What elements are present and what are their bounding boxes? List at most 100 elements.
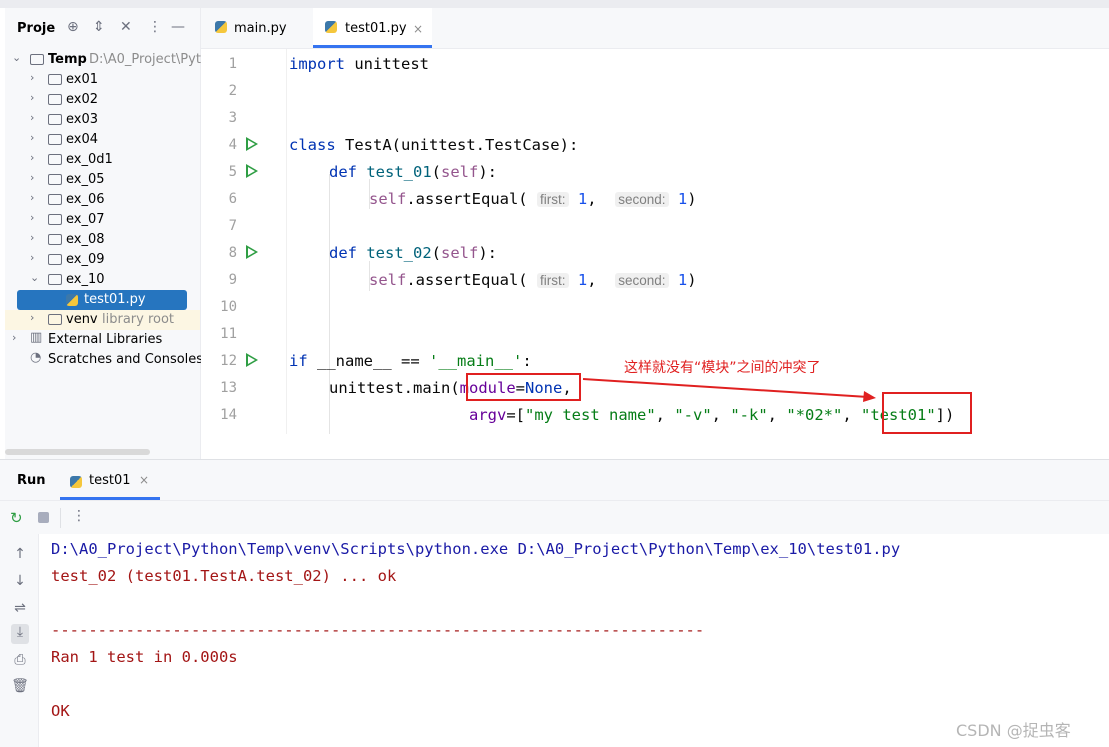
tab-label: main.py (234, 21, 287, 36)
trash-icon[interactable]: 🗑 (11, 678, 29, 694)
project-panel-title[interactable]: Proje (17, 21, 55, 36)
code-text: (unittest.TestCase): (391, 136, 579, 154)
run-test-01-icon[interactable] (246, 164, 258, 178)
code-line-6: self.assertEqual( first: 1, second: 1) (289, 190, 697, 208)
toolbar-separator (60, 508, 61, 528)
tree-item-temp[interactable]: ⌄ Temp D:\A0_Project\Pyt (5, 50, 201, 70)
tree-item-label: Scratches and Consoles (48, 352, 204, 367)
tree-item-ex04[interactable]: › ex04 (5, 130, 200, 150)
rerun-icon[interactable]: ↻ (10, 509, 23, 527)
chevron-right-icon[interactable]: › (30, 91, 34, 104)
scroll-to-end-icon[interactable]: ⤓ (11, 624, 29, 644)
chevron-right-icon[interactable]: › (30, 171, 34, 184)
chevron-right-icon[interactable]: › (30, 251, 34, 264)
code-text: ): (478, 163, 497, 181)
annotation-arrow (582, 378, 876, 402)
tree-item-label: ex_10 (66, 272, 105, 287)
line-number: 8 (228, 245, 237, 261)
tree-item-label: ex_07 (66, 212, 105, 227)
collapse-all-icon[interactable]: ✕ (120, 19, 132, 35)
tree-item-ex01[interactable]: › ex01 (5, 70, 200, 90)
hide-panel-icon[interactable]: — (171, 19, 185, 35)
code-text: , (711, 406, 731, 424)
tree-item-ex03[interactable]: › ex03 (5, 110, 200, 130)
watermark: CSDN @捉虫客 (956, 721, 1071, 740)
tree-item-ex-07[interactable]: › ex_07 (5, 210, 200, 230)
tree-item-label: ex_09 (66, 252, 105, 267)
python-file-icon (70, 473, 82, 492)
run-test-02-icon[interactable] (246, 245, 258, 259)
arrow-down-icon[interactable]: ↓ (11, 573, 29, 589)
tree-item-label: Temp (48, 52, 87, 67)
tree-item-external-libraries[interactable]: › ▥ External Libraries (5, 330, 200, 350)
line-number: 5 (228, 164, 237, 180)
code-line-12: if __name__ == '__main__': (289, 352, 532, 370)
chevron-right-icon[interactable]: › (30, 71, 34, 84)
tree-item-ex-05[interactable]: › ex_05 (5, 170, 200, 190)
code-text: , (842, 406, 861, 424)
line-number: 11 (220, 326, 237, 342)
expand-collapse-icon[interactable]: ⇕ (93, 19, 105, 35)
tab-test01-py[interactable]: test01.py × (313, 8, 432, 48)
soft-wrap-icon[interactable]: ⇌ (11, 600, 29, 616)
chevron-right-icon[interactable]: › (12, 331, 16, 344)
scratch-icon: ◔ (30, 350, 42, 365)
line-number: 10 (220, 299, 237, 315)
chevron-right-icon[interactable]: › (30, 131, 34, 144)
chevron-right-icon[interactable]: › (30, 111, 34, 124)
tree-item-label: test01.py (84, 292, 146, 307)
parameter-hint: first: (537, 273, 569, 288)
tree-item-test01-py[interactable]: test01.py (17, 290, 187, 310)
code-text: ( (431, 163, 441, 181)
run-test-class-icon[interactable] (246, 137, 258, 151)
tree-item-ex-09[interactable]: › ex_09 (5, 250, 200, 270)
tree-item-label: ex03 (66, 112, 99, 127)
tree-item-ex-08[interactable]: › ex_08 (5, 230, 200, 250)
tree-item-ex-0d1[interactable]: › ex_0d1 (5, 150, 200, 170)
code-text: ) (687, 271, 697, 289)
chevron-right-icon[interactable]: › (30, 231, 34, 244)
package-icon (48, 194, 62, 209)
folder-icon (48, 114, 62, 129)
arrow-up-icon[interactable]: ↑ (11, 546, 29, 562)
run-main-icon[interactable] (246, 353, 258, 367)
number-literal: 1 (677, 190, 688, 208)
close-icon[interactable]: × (413, 22, 423, 36)
run-tab-test01[interactable]: test01 (89, 473, 131, 488)
chevron-right-icon[interactable]: › (30, 191, 34, 204)
run-panel-header: Run test01 × (0, 460, 1109, 501)
chevron-right-icon[interactable]: › (30, 211, 34, 224)
tree-item-venv[interactable]: › venv library root (5, 310, 200, 330)
code-text: .assertEqual( (406, 271, 528, 289)
python-file-icon (66, 294, 78, 310)
tree-item-scratches[interactable]: ◔ Scratches and Consoles (5, 350, 204, 370)
tree-item-ex-10[interactable]: ⌄ ex_10 (5, 270, 200, 290)
function-name: test_02 (357, 244, 432, 262)
close-icon[interactable]: × (139, 473, 149, 487)
python-file-icon (215, 21, 227, 37)
number-literal: 1 (677, 271, 688, 289)
tree-item-ex02[interactable]: › ex02 (5, 90, 200, 110)
options-icon[interactable]: ⋮ (148, 19, 162, 35)
chevron-right-icon[interactable]: › (30, 151, 34, 164)
print-icon[interactable]: ⎙ (11, 652, 29, 668)
more-options-icon[interactable]: ⋮ (72, 508, 86, 524)
string-literal: '__main__' (429, 352, 523, 370)
editor-tab-bar: main.py test01.py × (201, 8, 1109, 49)
stop-icon[interactable] (38, 512, 49, 523)
active-tab-indicator (60, 497, 160, 500)
tree-item-ex-06[interactable]: › ex_06 (5, 190, 200, 210)
chevron-right-icon[interactable]: › (30, 311, 34, 324)
folder-icon (48, 74, 62, 89)
chevron-down-icon[interactable]: ⌄ (12, 51, 21, 64)
project-horizontal-scrollbar[interactable] (5, 449, 150, 455)
locate-icon[interactable]: ⊕ (67, 19, 79, 35)
line-number: 6 (228, 191, 237, 207)
run-panel-title[interactable]: Run (17, 473, 46, 488)
code-line-14: argv=["my test name", "-v", "-k", "*02*"… (289, 406, 954, 424)
chevron-down-icon[interactable]: ⌄ (30, 271, 39, 284)
tab-main-py[interactable]: main.py (201, 8, 311, 48)
self-keyword: self (369, 190, 407, 208)
folder-icon (48, 94, 62, 109)
console-output[interactable]: D:\A0_Project\Python\Temp\venv\Scripts\p… (39, 534, 1109, 747)
